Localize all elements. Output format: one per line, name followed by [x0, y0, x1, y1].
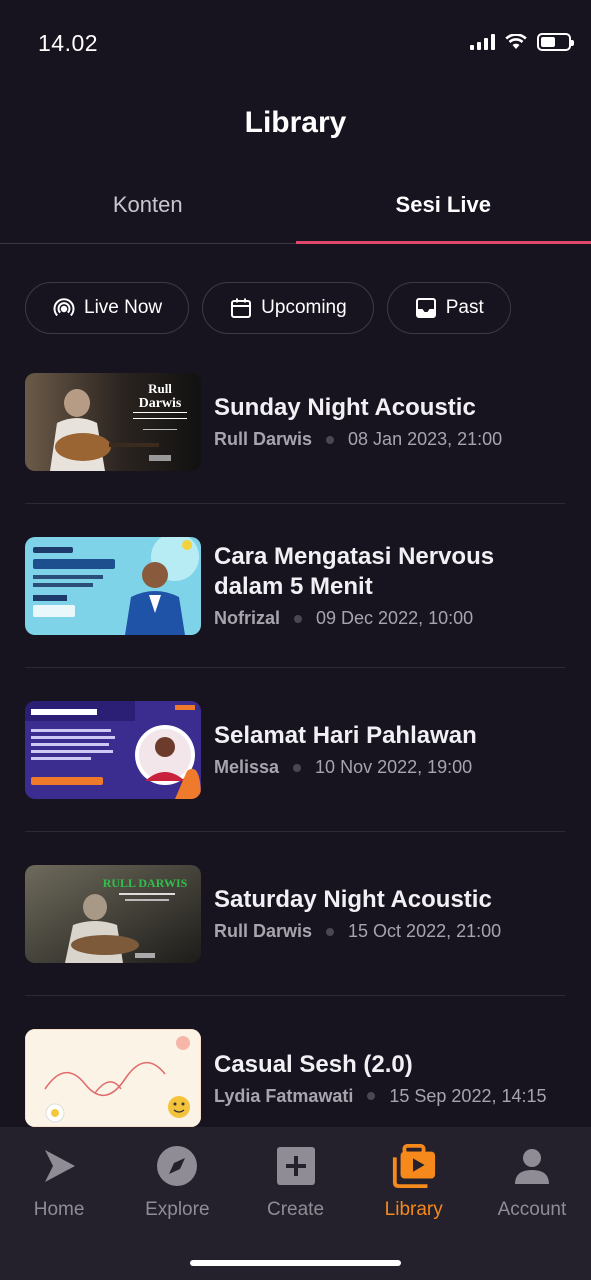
bottom-navigation: Home Explore Create Library Account [0, 1127, 591, 1280]
status-icons [470, 33, 574, 51]
separator-dot [326, 927, 335, 936]
session-title: Cara Mengatasi Nervous dalam 5 Menit [214, 543, 495, 600]
list-item[interactable]: Rull Darwis Sunday Night Acoustic Rull D… [25, 340, 565, 504]
tab-bar: Konten Sesi Live [0, 170, 591, 244]
inbox-icon [415, 298, 436, 318]
session-thumbnail [25, 700, 201, 799]
list-item[interactable]: Cara Mengatasi Nervous dalam 5 Menit Nof… [25, 504, 565, 668]
session-date: 15 Sep 2022, 14:15 [389, 1085, 547, 1106]
session-title: Sunday Night Acoustic [214, 394, 476, 421]
session-thumbnail [25, 1029, 201, 1127]
separator-dot [294, 614, 303, 623]
home-indicator [190, 1260, 401, 1266]
filter-live-now-button[interactable]: Live Now [25, 282, 190, 334]
filter-past-button[interactable]: Past [386, 282, 511, 334]
separator-dot [326, 435, 335, 444]
session-thumbnail: RULL DARWIS [25, 864, 201, 963]
page-title: Library [244, 106, 347, 139]
session-date: 15 Oct 2022, 21:00 [348, 921, 502, 941]
session-thumbnail: Rull Darwis [25, 372, 201, 471]
nav-library[interactable]: Library [355, 1127, 473, 1280]
live-session-list: Rull Darwis Sunday Night Acoustic Rull D… [25, 340, 565, 1160]
nav-account-label: Account [497, 1199, 567, 1220]
tab-sesi-live[interactable]: Sesi Live [295, 170, 591, 244]
session-author: Rull Darwis [214, 429, 313, 449]
filter-upcoming-label: Upcoming [261, 297, 347, 318]
nav-explore[interactable]: Explore [118, 1127, 236, 1280]
nav-library-label: Library [384, 1199, 443, 1220]
nav-account[interactable]: Account [473, 1127, 591, 1280]
nav-home-label: Home [33, 1199, 85, 1220]
calendar-icon [231, 298, 252, 318]
filter-upcoming-button[interactable]: Upcoming [202, 282, 374, 334]
session-author: Melissa [214, 757, 280, 777]
library-icon [392, 1143, 435, 1189]
person-icon [514, 1149, 549, 1184]
tab-konten[interactable]: Konten [0, 170, 296, 243]
list-item[interactable]: Selamat Hari Pahlawan Melissa 10 Nov 202… [25, 668, 565, 832]
separator-dot [293, 763, 302, 772]
svg-text:Rull: Rull [148, 381, 172, 396]
status-bar: 14.02 [0, 0, 591, 86]
session-title: Casual Sesh (2.0) [214, 1050, 413, 1078]
session-date: 10 Nov 2022, 19:00 [315, 757, 473, 777]
nav-explore-label: Explore [145, 1199, 210, 1220]
session-date: 09 Dec 2022, 10:00 [316, 608, 474, 628]
session-thumbnail [25, 536, 201, 635]
filter-past-label: Past [445, 297, 484, 318]
session-author: Lydia Fatmawati [214, 1085, 354, 1106]
session-title: Saturday Night Acoustic [214, 886, 492, 913]
status-time: 14.02 [38, 30, 99, 56]
battery-icon [537, 33, 574, 51]
session-author: Rull Darwis [214, 921, 313, 941]
filter-chips: Live Now Upcoming Past [25, 282, 511, 334]
session-title: Selamat Hari Pahlawan [214, 722, 477, 749]
compass-icon [157, 1146, 198, 1186]
nav-create[interactable]: Create [236, 1127, 354, 1280]
broadcast-icon [53, 298, 75, 317]
wifi-icon [505, 34, 527, 49]
svg-text:RULL DARWIS: RULL DARWIS [103, 876, 188, 890]
cellular-signal-icon [470, 34, 495, 50]
separator-dot [367, 1092, 376, 1100]
list-item[interactable]: RULL DARWIS Saturday Night Acoustic Rull… [25, 832, 565, 996]
filter-live-now-label: Live Now [84, 297, 163, 318]
session-author: Nofrizal [214, 608, 281, 628]
home-play-icon [45, 1150, 76, 1182]
plus-square-icon [276, 1147, 315, 1185]
session-date: 08 Jan 2023, 21:00 [348, 429, 503, 449]
svg-text:Darwis: Darwis [139, 396, 182, 411]
nav-create-label: Create [266, 1199, 325, 1220]
nav-home[interactable]: Home [0, 1127, 118, 1280]
